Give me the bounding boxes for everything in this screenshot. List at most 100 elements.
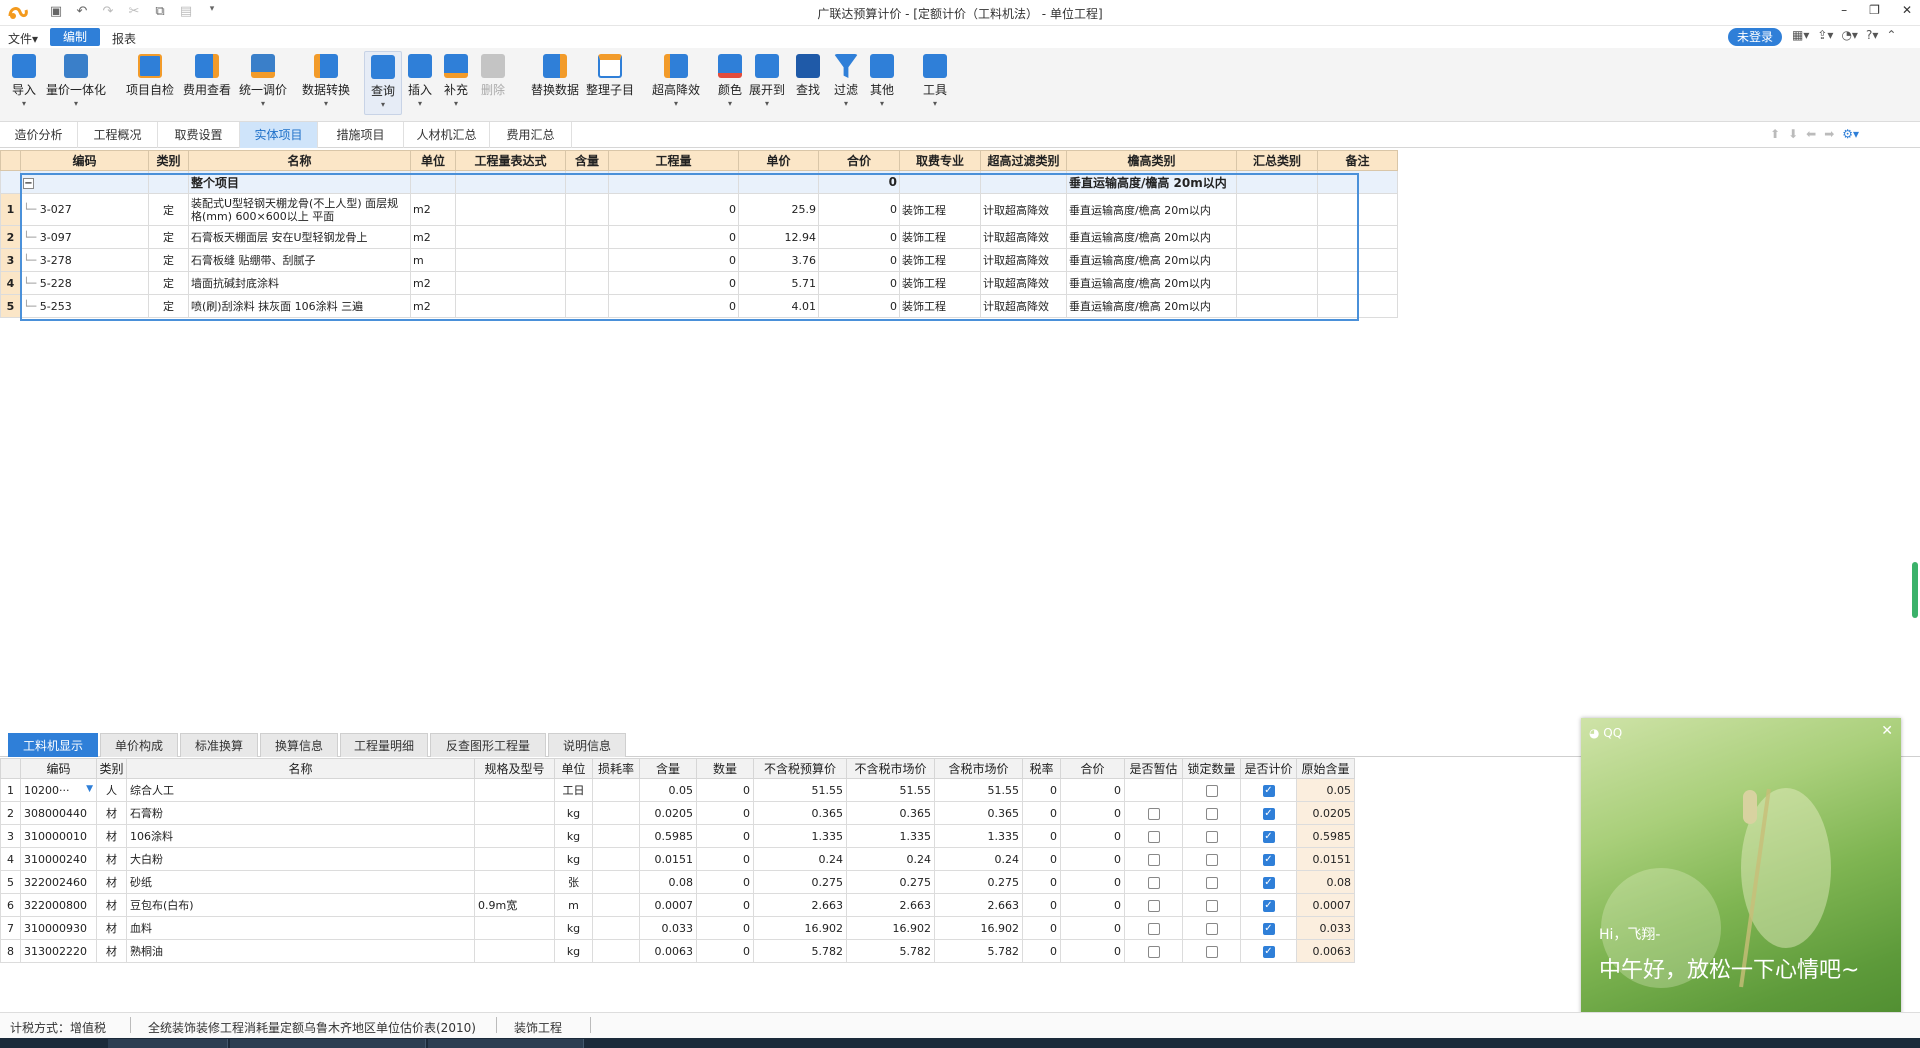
collapse-icon[interactable]: − <box>23 178 34 189</box>
menu-file[interactable]: 文件▾ <box>8 30 38 47</box>
col-header[interactable]: 锁定数量 <box>1182 758 1241 779</box>
type-cell[interactable]: 材 <box>96 847 127 871</box>
name-cell[interactable]: 综合人工 <box>126 778 475 802</box>
original-content-cell[interactable]: 0.0151 <box>1296 847 1355 871</box>
summary-cell[interactable] <box>1236 225 1318 249</box>
checkbox[interactable] <box>1205 853 1218 866</box>
redo-icon[interactable]: ↷ <box>100 4 116 19</box>
priced-checkbox-cell[interactable]: ✓ <box>1240 778 1297 802</box>
unit-cell[interactable]: m2 <box>410 294 456 318</box>
total-cell[interactable]: 0 <box>1060 847 1125 871</box>
find-button[interactable]: 查找 <box>794 54 822 98</box>
code-cell[interactable]: └─ 5-253 <box>20 294 149 318</box>
filter-cell[interactable]: 计取超高降效 <box>980 193 1067 226</box>
name-cell[interactable]: 喷(刷)刮涂料 抹灰面 106涂料 三遍 <box>188 294 411 318</box>
type-cell[interactable]: 材 <box>96 893 127 917</box>
unit-cell[interactable]: 张 <box>554 870 593 894</box>
tax-rate-cell[interactable]: 0 <box>1022 778 1061 802</box>
checkbox[interactable] <box>1205 922 1218 935</box>
checkbox[interactable] <box>1205 784 1218 797</box>
col-header[interactable]: 不含税市场价 <box>846 758 935 779</box>
checkbox[interactable]: ✓ <box>1262 830 1275 843</box>
tax-rate-cell[interactable]: 0 <box>1022 939 1061 963</box>
summary-cell[interactable] <box>1236 193 1318 226</box>
budget-price-cell[interactable]: 51.55 <box>753 778 847 802</box>
expr-cell[interactable] <box>455 271 566 295</box>
fee-view-button[interactable]: 费用查看 <box>182 54 232 98</box>
dropdown-arrow-icon[interactable]: ▼ <box>86 784 93 794</box>
loss-rate-cell[interactable] <box>592 778 640 802</box>
checkbox[interactable] <box>1205 876 1218 889</box>
type-cell[interactable]: 材 <box>96 824 127 848</box>
priced-checkbox-cell[interactable]: ✓ <box>1240 916 1297 940</box>
col-header[interactable]: 类别 <box>96 758 127 779</box>
qty-cell[interactable]: 0 <box>696 939 754 963</box>
total-cell[interactable]: 0 <box>1060 870 1125 894</box>
tab-measure-items[interactable]: 措施项目 <box>318 122 404 148</box>
content-cell[interactable]: 0.0151 <box>639 847 697 871</box>
copy-icon[interactable]: ⧉ <box>152 4 168 19</box>
code-cell[interactable]: 10200··· ▼ <box>20 778 97 802</box>
name-cell[interactable]: 血料 <box>126 916 475 940</box>
unit-cell[interactable]: kg <box>554 824 593 848</box>
group-row[interactable]: − 整个项目 0 垂直运输高度/檐高 20m以内 <box>0 170 1398 194</box>
unit-cell[interactable]: kg <box>554 847 593 871</box>
remark-cell[interactable] <box>1317 294 1398 318</box>
tab-standard-conversion[interactable]: 标准换算 <box>180 733 258 757</box>
total-cell[interactable]: 0 <box>1060 893 1125 917</box>
major-cell[interactable]: 装饰工程 <box>899 193 981 226</box>
arrow-up-icon[interactable]: ⬆ <box>1770 127 1780 141</box>
price-cell[interactable]: 4.01 <box>738 294 819 318</box>
content-cell[interactable]: 0.0063 <box>639 939 697 963</box>
col-header[interactable]: 类别 <box>148 150 189 171</box>
qty-cell[interactable]: 0 <box>608 294 739 318</box>
spec-cell[interactable] <box>474 801 555 825</box>
lock-qty-checkbox-cell[interactable] <box>1182 847 1241 871</box>
col-header[interactable]: 原始含量 <box>1296 758 1355 779</box>
col-header[interactable]: 是否暂估 <box>1124 758 1183 779</box>
qty-cell[interactable]: 0 <box>608 248 739 272</box>
qty-cell[interactable]: 0 <box>696 893 754 917</box>
col-header[interactable]: 税率 <box>1022 758 1061 779</box>
type-cell[interactable]: 定 <box>148 271 189 295</box>
tab-description-info[interactable]: 说明信息 <box>548 733 626 757</box>
customize-dropdown-icon[interactable]: ▾ <box>204 4 220 19</box>
market-price-cell[interactable]: 5.782 <box>846 939 935 963</box>
col-header[interactable]: 合价 <box>818 150 900 171</box>
maximize-button[interactable]: ❐ <box>1869 3 1880 17</box>
delete-button[interactable]: 删除 <box>478 54 508 98</box>
budget-price-cell[interactable]: 5.782 <box>753 939 847 963</box>
remark-cell[interactable] <box>1317 193 1398 226</box>
col-header[interactable]: 编码 <box>20 150 149 171</box>
taskbar-item[interactable] <box>230 1039 426 1048</box>
paste-icon[interactable]: ▤ <box>178 4 194 19</box>
upload-icon[interactable]: ⇪▾ <box>1817 28 1833 42</box>
major-cell[interactable]: 装饰工程 <box>899 294 981 318</box>
tax-market-price-cell[interactable]: 5.782 <box>934 939 1023 963</box>
remark-cell[interactable] <box>1317 271 1398 295</box>
filter-cell[interactable]: 计取超高降效 <box>980 294 1067 318</box>
name-cell[interactable]: 砂纸 <box>126 870 475 894</box>
market-price-cell[interactable]: 1.335 <box>846 824 935 848</box>
estimate-checkbox-cell[interactable] <box>1124 870 1183 894</box>
code-cell[interactable]: 313002220 <box>20 939 97 963</box>
major-cell[interactable]: 装饰工程 <box>899 271 981 295</box>
spec-cell[interactable] <box>474 939 555 963</box>
code-cell[interactable]: └─ 3-027 <box>20 193 149 226</box>
tab-cost-analysis[interactable]: 造价分析 <box>0 122 78 148</box>
checkbox[interactable] <box>1147 830 1160 843</box>
col-header[interactable]: 编码 <box>20 758 97 779</box>
name-cell[interactable]: 石膏粉 <box>126 801 475 825</box>
table-row[interactable]: 2 └─ 3-097 定 石膏板天棚面层 安在U型轻钢龙骨上 m2 0 12.9… <box>0 225 1398 249</box>
qty-cell[interactable]: 0 <box>608 271 739 295</box>
content-cell[interactable]: 0.08 <box>639 870 697 894</box>
tax-rate-cell[interactable]: 0 <box>1022 893 1061 917</box>
unify-adjust-button[interactable]: 统一调价 ▾ <box>238 54 288 108</box>
checkbox[interactable] <box>1147 853 1160 866</box>
tax-market-price-cell[interactable]: 1.335 <box>934 824 1023 848</box>
col-header[interactable]: 名称 <box>188 150 411 171</box>
checkbox[interactable]: ✓ <box>1262 876 1275 889</box>
lock-qty-checkbox-cell[interactable] <box>1182 870 1241 894</box>
estimate-checkbox-cell[interactable] <box>1124 847 1183 871</box>
name-cell[interactable]: 石膏板缝 贴绷带、刮腻子 <box>188 248 411 272</box>
